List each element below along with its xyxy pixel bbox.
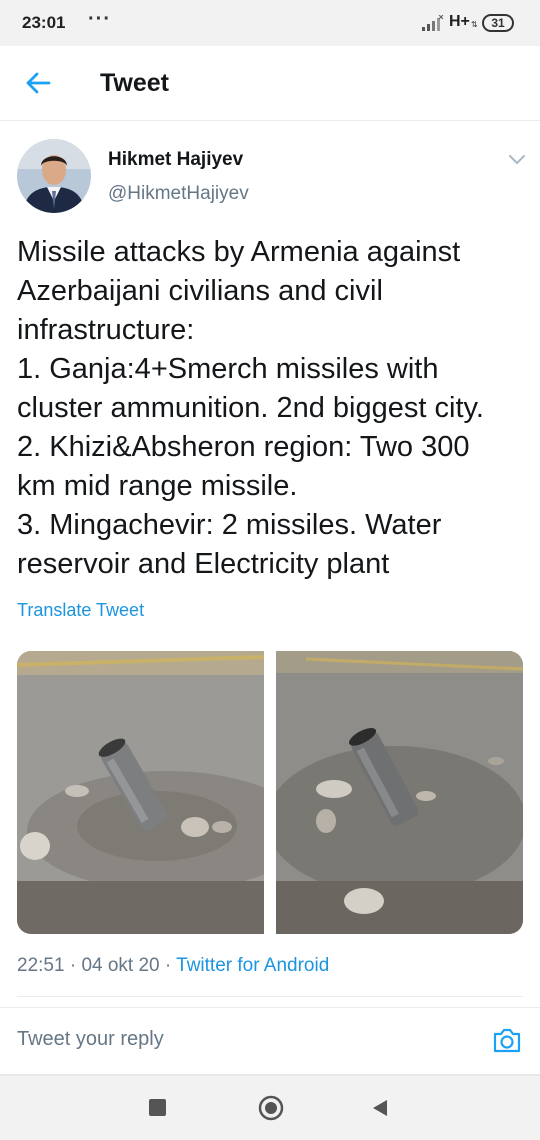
tweet-line: km mid range missile. (17, 470, 298, 502)
back-arrow-icon (26, 72, 51, 94)
tweet-line: reservoir and Electricity plant (17, 548, 390, 580)
chevron-down-icon[interactable] (506, 150, 528, 168)
meta-separator: · (64, 955, 82, 976)
notification-dots: ··· (88, 8, 111, 30)
tweet-text: Missile attacks by Armenia against Azerb… (17, 233, 527, 584)
page-title: Tweet (100, 69, 169, 97)
tweet-line: Missile attacks by Armenia against (17, 236, 461, 268)
tweet-source[interactable]: Twitter for Android (176, 955, 329, 976)
signal-icon (422, 15, 444, 31)
tweet-time: 22:51 (17, 955, 65, 976)
back-button[interactable] (20, 68, 56, 98)
system-nav-bar (0, 1076, 540, 1140)
network-type: H+ (449, 13, 470, 30)
avatar[interactable] (17, 139, 91, 213)
tweet-photo-1[interactable] (17, 651, 264, 934)
status-bar: 23:01 ··· H+ ⇅ 31 (0, 0, 540, 46)
reply-input[interactable]: Tweet your reply (17, 1028, 417, 1051)
tweet-line: Azerbaijani civilians and civil (17, 275, 383, 307)
translate-tweet-link[interactable]: Translate Tweet (17, 600, 144, 621)
app-header: Tweet (0, 46, 540, 121)
divider (17, 996, 523, 997)
status-time: 23:01 (22, 13, 66, 32)
author-handle[interactable]: @HikmetHajiyev (108, 183, 249, 205)
camera-icon[interactable] (491, 1024, 523, 1056)
tweet-line: 1. Ganja:4+Smerch missiles with (17, 353, 439, 385)
tweet-meta: 22:51 · 04 okt 20 · Twitter for Android (17, 955, 329, 977)
square-icon[interactable] (149, 1099, 166, 1116)
tweet-line: infrastructure: (17, 314, 195, 346)
author-name[interactable]: Hikmet Hajiyev (108, 149, 243, 171)
tweet-line: 2. Khizi&Absheron region: Two 300 (17, 431, 470, 463)
battery-icon: 31 (482, 14, 514, 32)
tweet-line: 3. Mingachevir: 2 missiles. Water (17, 509, 442, 541)
tweet-line: cluster ammunition. 2nd biggest city. (17, 392, 484, 424)
circle-icon[interactable] (257, 1094, 285, 1122)
data-arrows-icon: ⇅ (471, 20, 478, 29)
divider (0, 1007, 540, 1008)
meta-separator: · (159, 955, 177, 976)
tweet-photo-2[interactable] (276, 651, 523, 934)
battery-level: 31 (491, 16, 505, 30)
triangle-back-icon[interactable] (370, 1098, 390, 1118)
tweet-date: 04 okt 20 (81, 955, 160, 976)
